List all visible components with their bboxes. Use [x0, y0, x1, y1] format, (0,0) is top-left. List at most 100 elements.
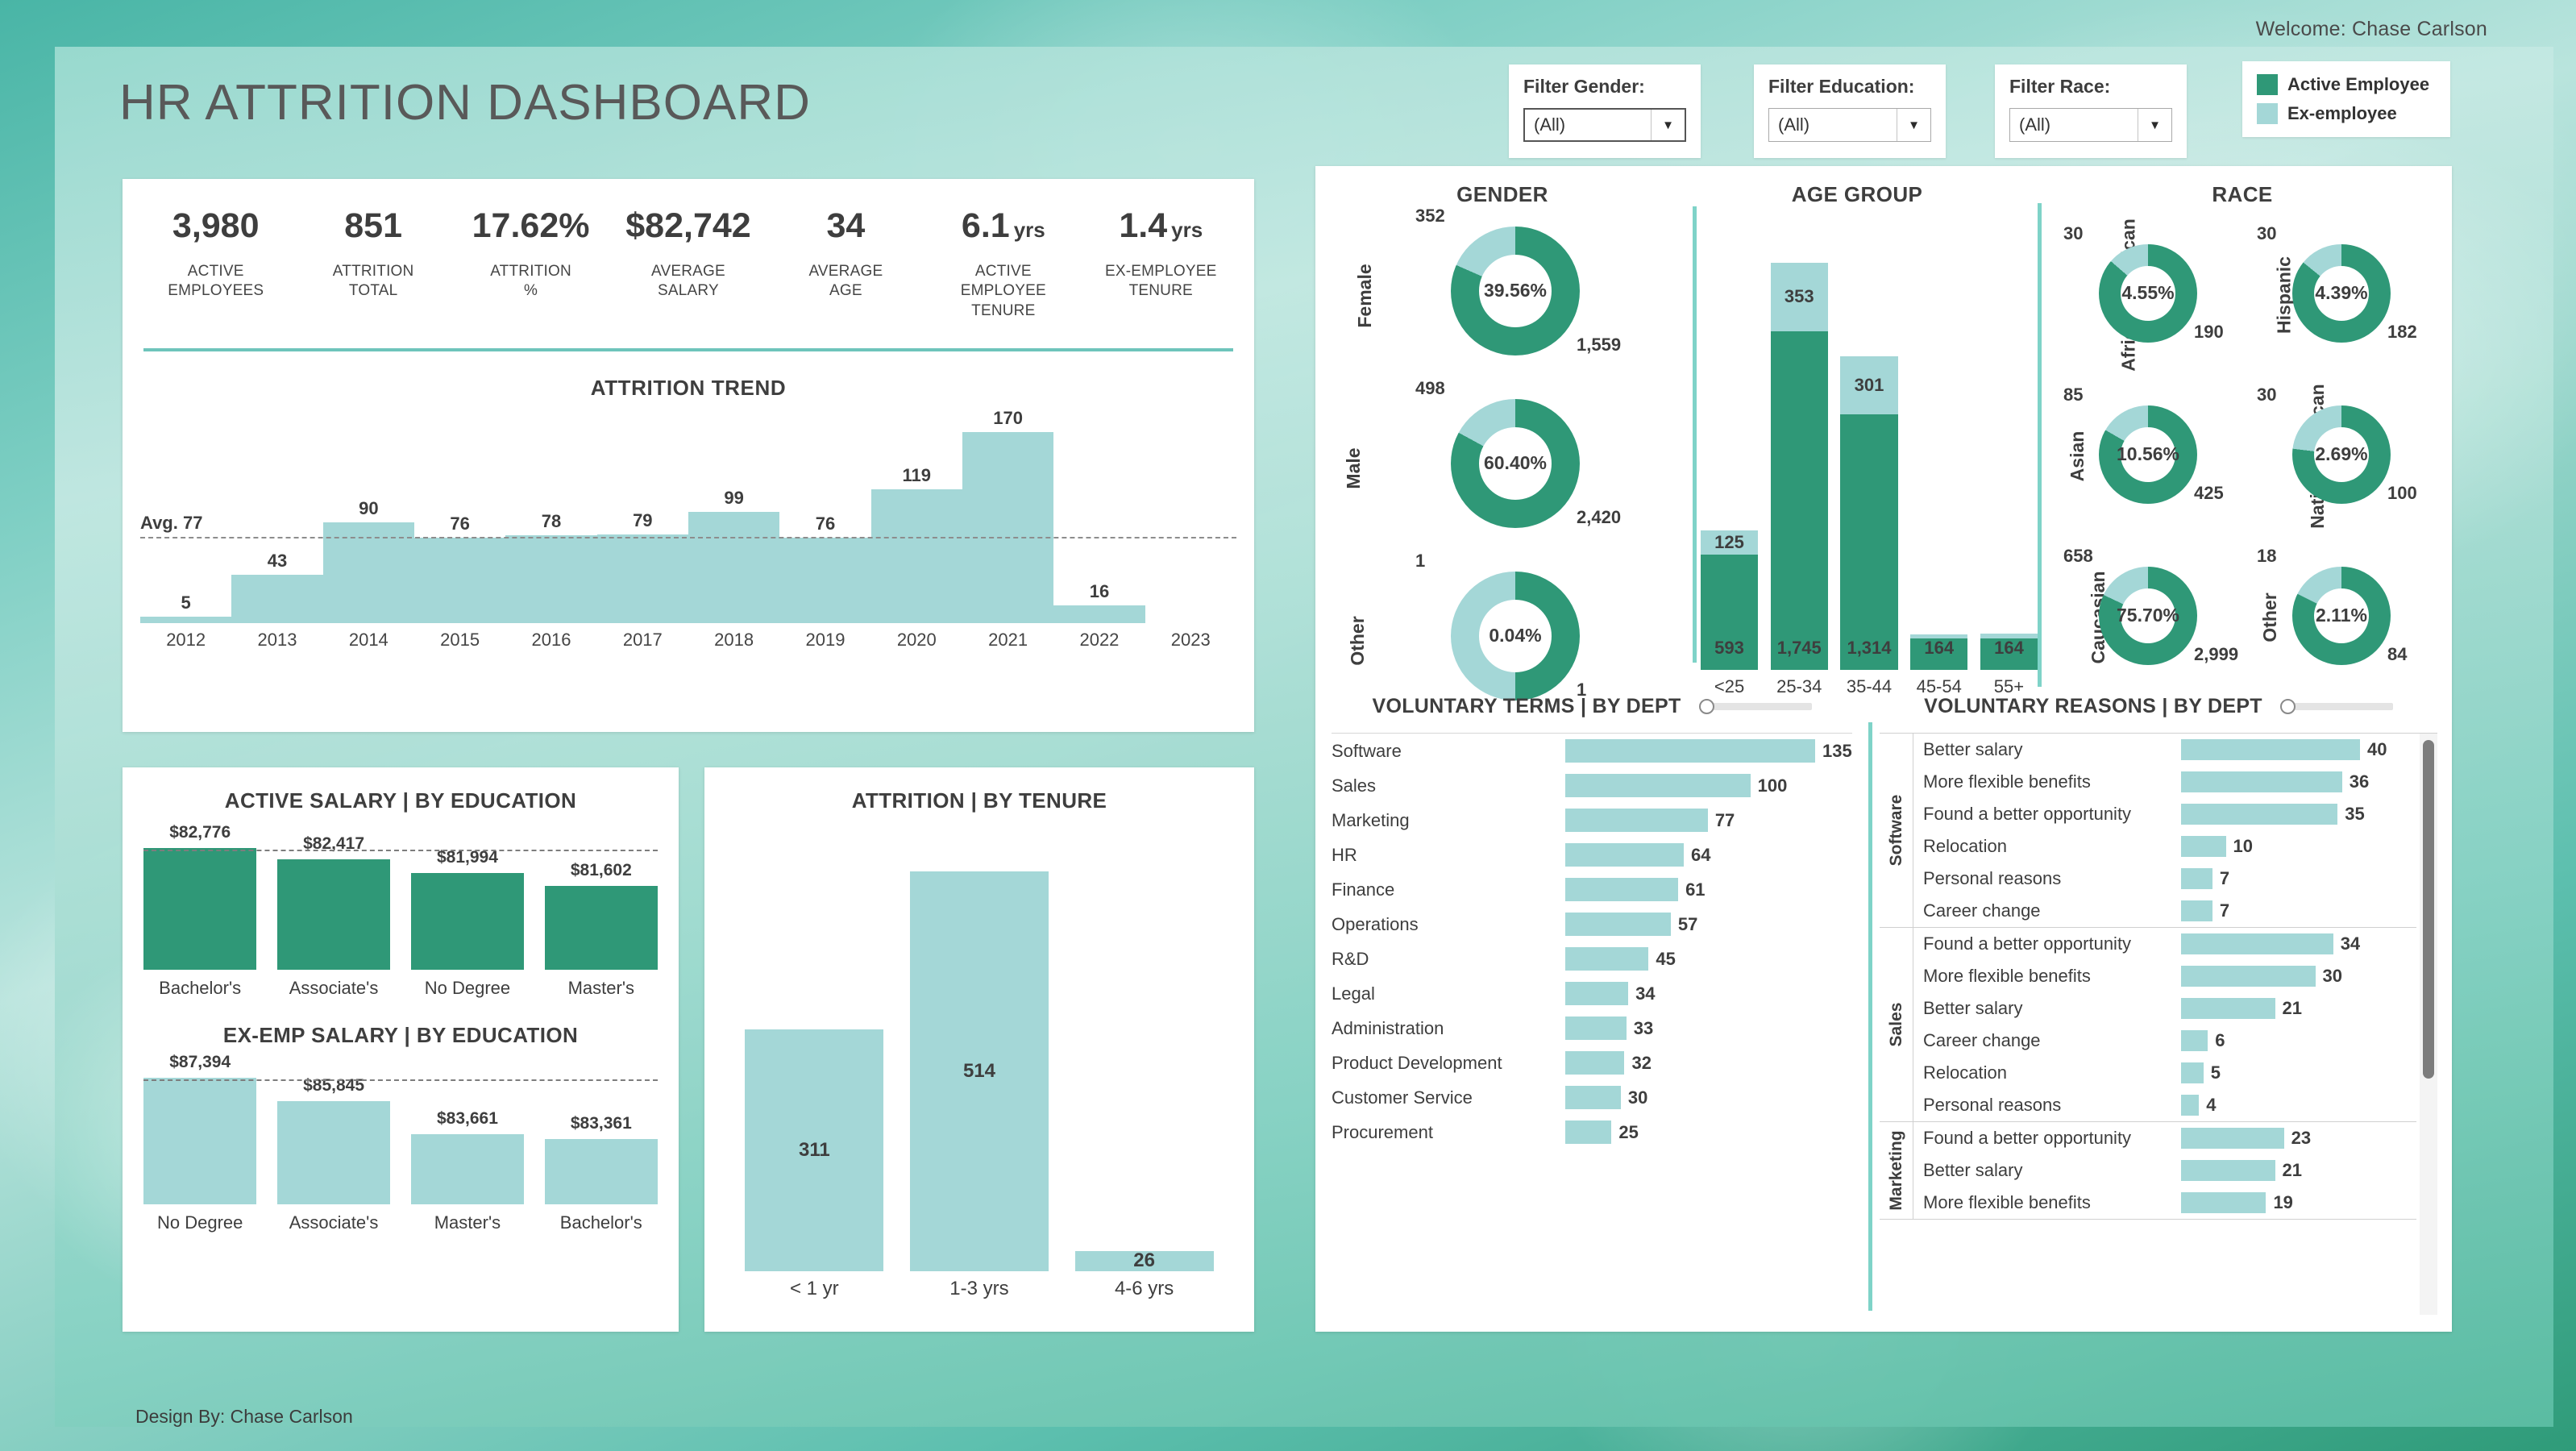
- reason-group-sales: Sales Found a better opportunity 34 More fl…: [1880, 928, 2416, 1122]
- voluntary-terms-title: VOLUNTARY TERMS | BY DEPT: [1372, 695, 1681, 717]
- bar-value: $82,776: [169, 822, 231, 842]
- bar-value: 90: [359, 497, 379, 518]
- bar-value: 6: [2215, 1030, 2225, 1050]
- chevron-down-icon[interactable]: ▼: [1897, 109, 1930, 141]
- bar-value: 7: [2219, 900, 2230, 921]
- voluntary-reasons-slider[interactable]: [2279, 699, 2393, 715]
- kpi-row: 3,980 ACTIVE EMPLOYEES 851 ATTRITION TOTAL 17.…: [123, 179, 1254, 321]
- kpi-unit: yrs: [1171, 218, 1203, 242]
- voluntary-terms-slider[interactable]: [1698, 699, 1812, 715]
- group-label: Software: [1886, 794, 1905, 867]
- donut-ex-value: 658: [2063, 546, 2093, 566]
- bar: 76: [413, 513, 506, 624]
- race-row-label: Asian: [2066, 430, 2088, 482]
- bar: [1565, 843, 1684, 867]
- gender-donut-male: Male 60.40% 2,420 498: [1332, 378, 1673, 552]
- x-tick: No Degree: [156, 1212, 243, 1233]
- chevron-down-icon[interactable]: ▼: [2138, 109, 2171, 141]
- attrition-trend-chart: 5 43 90 76 78 79 99 76 119 170 16 Avg. 77 2012 2013…: [140, 408, 1236, 657]
- donut-ex-value: 498: [1415, 378, 1445, 398]
- edu-col-1: $82,417 Associate's: [276, 834, 391, 999]
- table-row: More flexible benefits 19: [1913, 1187, 2416, 1219]
- bar-value: 43: [267, 551, 288, 572]
- table-row: Administration 33: [1332, 1011, 1852, 1046]
- bar: [1565, 739, 1815, 763]
- bar-value: 57: [1677, 913, 1698, 934]
- reason-label: Personal reasons: [1923, 1095, 2062, 1115]
- voluntary-reasons-list[interactable]: Software Better salary 40 More flexible ben…: [1880, 733, 2437, 1315]
- age-col-25-34: 353 1,745: [1770, 218, 1828, 670]
- bar: [544, 1138, 658, 1204]
- table-row: Customer Service 30: [1332, 1080, 1852, 1115]
- group-label-wrap: Sales: [1880, 928, 1913, 1121]
- slider-track[interactable]: [1711, 703, 1812, 710]
- trend-bar-2020: 119: [870, 415, 962, 624]
- table-row: Product Development 32: [1332, 1046, 1852, 1080]
- bar-value: 100: [1757, 775, 1788, 796]
- bar: [1565, 1051, 1625, 1075]
- slider-track[interactable]: [2292, 703, 2393, 710]
- trend-bar-2022: 16: [1053, 415, 1145, 624]
- bar: [410, 1134, 525, 1204]
- edu-col-2: $83,661 Master's: [410, 1109, 525, 1233]
- bar: 78: [505, 511, 597, 624]
- bar-value: 30: [1627, 1087, 1648, 1108]
- bar-value: 21: [2282, 1160, 2303, 1180]
- table-row: Personal reasons 7: [1913, 863, 2416, 895]
- donut-ex-value: 352: [1415, 206, 1445, 226]
- bar-value: 64: [1690, 844, 1711, 865]
- race-donut-caucasian: Caucasian 75.70% 2,999 658: [2049, 541, 2238, 694]
- gender-title: GENDER: [1456, 182, 1548, 206]
- dept-label: Legal: [1332, 983, 1375, 1004]
- filter-education: Filter Education: (All) ▼: [1754, 64, 1946, 158]
- age-group-section: AGE GROUP 125 593 353 1,745 301 1,314 164 164 <…: [1676, 182, 2038, 697]
- reason-label: Better salary: [1923, 739, 2023, 759]
- trend-bar-2013: 43: [231, 415, 323, 624]
- race-donut-asian: Asian 10.56% 425 85: [2049, 380, 2234, 533]
- bar-value: 76: [450, 513, 470, 534]
- bar: [1565, 809, 1708, 832]
- kpi-card-4: 34 AVERAGE AGE: [767, 207, 924, 321]
- x-tick: Associate's: [289, 1212, 379, 1233]
- bar: [143, 1078, 257, 1204]
- kpi-card-6: 1.4 yrs EX-EMPLOYEE TENURE: [1082, 207, 1240, 321]
- donut-active-value: 2,999: [2194, 644, 2239, 664]
- reason-label: More flexible benefits: [1923, 1192, 2091, 1212]
- table-row: More flexible benefits 36: [1913, 766, 2416, 798]
- dept-label: Finance: [1332, 879, 1395, 900]
- filter-race-select[interactable]: (All) ▼: [2009, 108, 2172, 142]
- reason-label: More flexible benefits: [1923, 771, 2091, 792]
- bar: [2181, 739, 2360, 760]
- reasons-scrollbar[interactable]: [2420, 734, 2437, 1315]
- race-title: RACE: [2212, 182, 2273, 206]
- gender-donut-female: Female 39.56% 1,559 352: [1332, 206, 1673, 380]
- bar-segment-active: 164: [1910, 638, 1968, 670]
- filter-gender-select[interactable]: (All) ▼: [1523, 108, 1686, 142]
- bar-value: 514: [962, 1060, 995, 1083]
- legend: Active Employee Ex-employee: [2242, 61, 2450, 137]
- donut-active-value: 2,420: [1577, 507, 1622, 527]
- exemp-salary-title: EX-EMP SALARY | BY EDUCATION: [222, 1023, 579, 1047]
- kpi-value: 6.1 yrs: [961, 206, 1045, 245]
- filter-education-value: (All): [1778, 114, 1810, 135]
- filter-education-select[interactable]: (All) ▼: [1768, 108, 1931, 142]
- gender-row-label: Other: [1347, 616, 1369, 666]
- dept-label: HR: [1332, 844, 1357, 865]
- table-row: Career change 7: [1913, 895, 2416, 927]
- age-col-55+: 164: [1980, 218, 2038, 670]
- bar: 76: [779, 513, 871, 624]
- legend-swatch-active: [2257, 74, 2278, 95]
- bar-segment-active: 593: [1701, 555, 1759, 670]
- slider-handle[interactable]: [2279, 699, 2296, 714]
- bar: [2181, 1095, 2200, 1116]
- x-tick: 1-3 yrs: [949, 1278, 1009, 1299]
- kpi-label: EX-EMPLOYEE TENURE: [1105, 263, 1217, 300]
- x-tick: Master's: [567, 978, 635, 998]
- chevron-down-icon[interactable]: ▼: [1651, 110, 1685, 140]
- scrollbar-thumb[interactable]: [2423, 740, 2434, 1079]
- slider-handle[interactable]: [1698, 699, 1714, 714]
- kpi-card-3: $82,742 AVERAGE SALARY: [609, 207, 767, 321]
- race-donut-hispanic: Hispanic 4.39% 182 30: [2242, 218, 2428, 372]
- reason-label: Relocation: [1923, 836, 2007, 856]
- reasons-divider-line: [1868, 722, 1872, 1311]
